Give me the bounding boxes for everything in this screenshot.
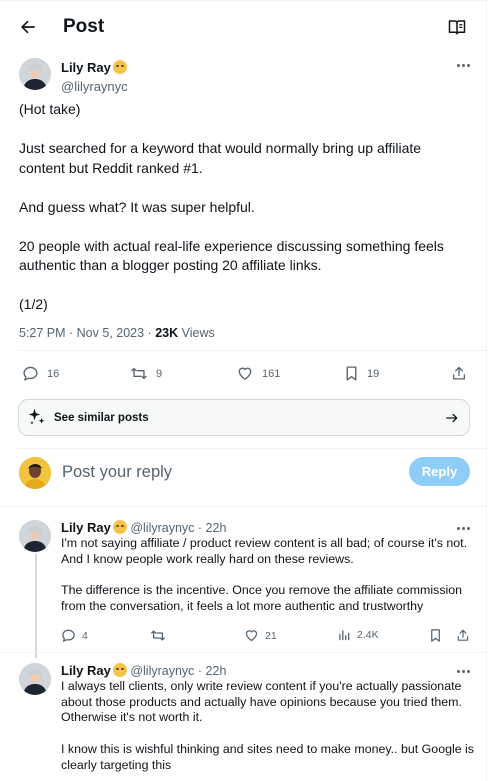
reply-author-handle[interactable]: @lilyraynyc [130,664,194,678]
share-action[interactable] [456,628,470,643]
share-icon [453,366,465,380]
reply-paragraph: I'm not saying affiliate / product revie… [61,536,470,566]
see-similar-posts-label: See similar posts [54,412,149,424]
author-name[interactable]: Lily Ray [61,60,111,75]
post-paragraph: (1/2) [19,296,48,312]
sparkle-icon [28,408,45,425]
bookmark-icon [346,366,357,381]
divider [17,350,487,351]
reply-button[interactable]: Reply [409,457,470,486]
smirk-emoji-icon [112,60,127,74]
author-avatar[interactable] [19,58,51,90]
post-paragraph: And guess what? It was super helpful. [19,198,255,215]
reply-paragraph: I know this is wishful thinking and site… [61,741,478,772]
divider [0,652,487,653]
reply-post[interactable]: Lily Ray @lilyraynyc · 22h I'm not sayin… [0,520,487,650]
post-actions: 16 9 161 19 [19,365,469,385]
post-paragraph: 20 people with actual real-life experien… [19,237,448,274]
heart-icon [238,367,252,380]
reply-count: 4 [82,629,88,642]
divider [17,448,487,449]
repost-count: 9 [156,367,163,380]
reply-time[interactable]: · 22h [198,521,227,535]
page-header: Post [0,1,487,53]
post-timestamp[interactable]: 5:27 PM · Nov 5, 2023 [19,326,144,340]
views-action[interactable]: 2.4K [337,628,379,642]
reader-mode-button[interactable] [446,16,468,38]
arrow-left-icon [21,20,35,34]
repost-icon [151,630,165,641]
bookmark-action[interactable]: 19 [344,365,379,382]
post-author: Lily Ray @lilyraynyc [61,59,128,95]
back-button[interactable] [16,15,40,39]
post-meta: 5:27 PM · Nov 5, 2023 · 23K Views [19,326,215,340]
views-count: 23K [155,326,179,340]
reply-count: 16 [47,367,60,380]
post-body: (Hot take) Just searched for a keyword t… [19,100,469,315]
reply-icon [62,629,75,642]
reply-paragraph: The difference is the incentive. Once yo… [61,583,466,613]
reply-author-avatar[interactable] [19,663,51,695]
reply-body: I'm not saying affiliate / product revie… [61,536,475,615]
reply-time[interactable]: · 22h [198,664,227,678]
more-options-button[interactable] [453,57,473,73]
more-options-button[interactable] [453,520,473,536]
reply-icon [23,366,38,381]
more-dots-icon [456,669,460,673]
like-count: 161 [262,367,281,380]
more-dots-icon [456,526,460,530]
share-action[interactable] [451,365,467,382]
more-dots-icon [456,63,460,67]
more-options-button[interactable] [453,663,473,679]
share-icon [457,629,469,641]
post-page: Post Lily Ray @lilyraynyc (Hot take) Jus… [0,0,487,781]
reader-mode-icon [448,20,466,35]
bookmark-count: 19 [367,367,380,380]
post-paragraph: (Hot take) [19,101,81,117]
like-action[interactable]: 161 [236,365,280,382]
see-similar-posts-button[interactable]: See similar posts [18,399,470,436]
smirk-emoji-icon [112,520,127,534]
smirk-emoji-icon [112,663,127,677]
reply-action[interactable]: 16 [22,365,59,382]
views-count: 2.4K [357,629,379,641]
reply-author-name[interactable]: Lily Ray [61,663,111,678]
reply-post[interactable]: Lily Ray @lilyraynyc · 22h I always tell… [0,663,487,781]
repost-action[interactable]: 9 [130,365,162,382]
current-user-avatar[interactable] [19,457,51,489]
reply-author: Lily Ray @lilyraynyc · 22h [61,663,226,679]
like-action[interactable]: 21 [244,628,277,643]
post-paragraph: Just searched for a keyword that would n… [19,140,425,176]
reply-author: Lily Ray @lilyraynyc · 22h [61,520,226,536]
reply-action[interactable]: 4 [61,628,88,643]
author-handle[interactable]: @lilyraynyc [61,79,128,95]
bookmark-icon [431,629,440,642]
reply-paragraph: I always tell clients, only write review… [61,679,466,725]
reply-body: I always tell clients, only write review… [61,679,475,773]
heart-icon [245,630,258,642]
repost-icon [131,367,147,380]
views-label: Views [181,326,215,340]
views-icon [339,630,350,641]
reply-author-avatar[interactable] [19,520,51,552]
repost-action[interactable] [150,628,166,643]
page-title: Post [63,16,105,37]
reply-input[interactable]: Post your reply [62,462,172,482]
reply-author-handle[interactable]: @lilyraynyc [130,521,194,535]
bookmark-action[interactable] [429,628,442,643]
reply-author-name[interactable]: Lily Ray [61,520,111,535]
arrow-right-icon [446,413,458,423]
like-count: 21 [265,629,277,642]
divider [0,506,487,507]
